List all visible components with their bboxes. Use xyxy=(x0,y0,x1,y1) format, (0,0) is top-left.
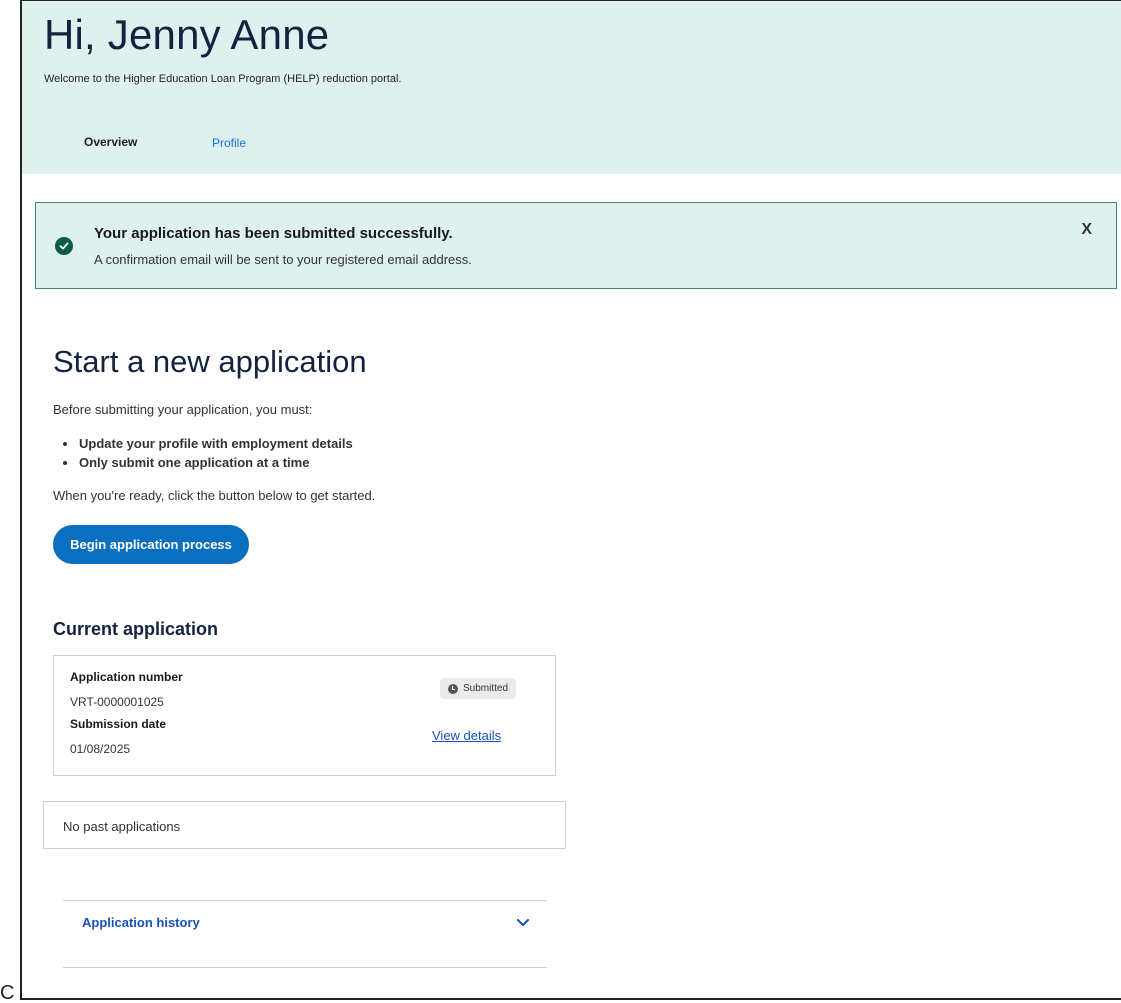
ready-text: When you're ready, click the button belo… xyxy=(53,488,376,503)
page-title: Hi, Jenny Anne xyxy=(44,11,330,58)
view-details-link[interactable]: View details xyxy=(432,728,501,743)
bullet-icon xyxy=(63,460,67,465)
page-header: Hi, Jenny Anne Welcome to the Higher Edu… xyxy=(22,1,1121,174)
application-history-label: Application history xyxy=(82,915,200,930)
stray-character: C xyxy=(0,982,15,1003)
submission-date-value: 01/08/2025 xyxy=(70,742,131,756)
requirements-list: Update your profile with employment deta… xyxy=(63,434,353,472)
list-item: Only submit one application at a time xyxy=(63,453,353,472)
close-alert-button[interactable]: X xyxy=(1081,221,1092,239)
application-number-label: Application number xyxy=(70,670,183,684)
past-applications-box: No past applications xyxy=(43,801,566,849)
status-badge: Submitted xyxy=(440,678,517,699)
clock-icon xyxy=(448,683,458,694)
welcome-text: Welcome to the Higher Education Loan Pro… xyxy=(44,73,402,85)
check-circle-icon xyxy=(55,237,73,255)
alert-title: Your application has been submitted succ… xyxy=(94,225,453,242)
current-application-title: Current application xyxy=(53,619,219,639)
bullet-icon xyxy=(63,441,67,446)
tab-profile[interactable]: Profile xyxy=(212,136,246,150)
requirement-text: Update your profile with employment deta… xyxy=(79,436,353,451)
current-application-card: Application number VRT-0000001025 Submis… xyxy=(53,655,556,776)
new-application-title: Start a new application xyxy=(53,344,367,379)
submission-date-label: Submission date xyxy=(70,717,167,731)
requirement-text: Only submit one application at a time xyxy=(79,455,310,470)
list-item: Update your profile with employment deta… xyxy=(63,434,353,453)
begin-application-button[interactable]: Begin application process xyxy=(53,525,249,564)
application-history-accordion[interactable]: Application history xyxy=(63,900,547,968)
past-applications-text: No past applications xyxy=(63,819,181,834)
new-application-intro: Before submitting your application, you … xyxy=(53,402,313,417)
success-alert: Your application has been submitted succ… xyxy=(35,202,1117,289)
chevron-down-icon[interactable] xyxy=(517,914,529,932)
status-text: Submitted xyxy=(463,683,509,694)
alert-message: A confirmation email will be sent to you… xyxy=(94,252,472,267)
tab-overview[interactable]: Overview xyxy=(84,135,137,149)
application-number-value: VRT-0000001025 xyxy=(70,695,164,709)
